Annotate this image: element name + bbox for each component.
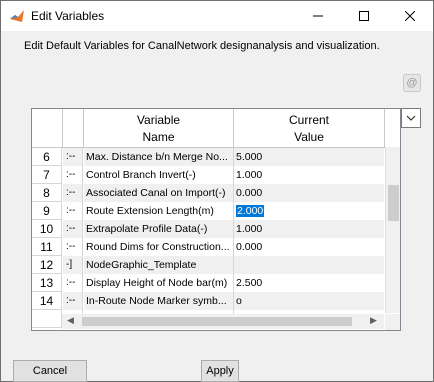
table-row[interactable]: 14:-- In-Route Node Marker symb... o	[32, 292, 384, 310]
variable-name-cell: NodeGraphic_Template	[84, 256, 234, 274]
current-value-cell[interactable]: 5.000	[234, 148, 384, 166]
at-icon: @	[406, 77, 418, 89]
current-value-cell[interactable]: 1.000	[234, 166, 384, 184]
horizontal-scrollbar[interactable]: ◀ ▶	[62, 314, 384, 329]
scroll-right-icon[interactable]: ▶	[370, 315, 377, 326]
row-number: 13	[32, 274, 62, 292]
minimize-icon	[313, 15, 323, 17]
table-row[interactable]: 9:-- Route Extension Length(m) 2.000	[32, 202, 384, 220]
apply-button[interactable]: Apply	[201, 360, 239, 382]
row-marker: :--	[63, 148, 83, 166]
row-number: 11	[32, 238, 62, 256]
row-marker: :--	[63, 202, 83, 220]
variable-name-cell: Extrapolate Profile Data(-)	[84, 220, 234, 238]
row-number: 12	[32, 256, 62, 274]
variable-name-cell: Associated Canal on Import(-)	[84, 184, 234, 202]
variable-name-cell: Round Dims for Construction...	[84, 238, 234, 256]
close-icon	[405, 11, 415, 21]
table-row[interactable]: 6:-- Max. Distance b/n Merge No... 5.000	[32, 148, 384, 166]
variable-name-cell: Route Extension Length(m)	[84, 202, 234, 220]
close-button[interactable]	[387, 1, 433, 31]
table-row[interactable]: 8:-- Associated Canal on Import(-) 0.000	[32, 184, 384, 202]
header-mark	[63, 109, 84, 148]
row-marker: :--	[63, 184, 83, 202]
row-marker: :--	[63, 238, 83, 256]
maximize-icon	[359, 11, 369, 21]
vertical-scroll-thumb[interactable]	[388, 185, 399, 221]
row-marker: :--	[63, 166, 83, 184]
row-marker: :--	[63, 220, 83, 238]
scroll-left-icon[interactable]: ◀	[67, 315, 74, 326]
row-number: 9	[32, 202, 62, 220]
header-current-line1: Current	[288, 113, 329, 127]
header-num	[32, 109, 63, 148]
current-value-cell[interactable]: 0.000	[234, 238, 384, 256]
header-variable-line2: Name	[142, 130, 175, 144]
variable-name-cell: Display Height of Node bar(m)	[84, 274, 234, 292]
row-number: 10	[32, 220, 62, 238]
description-text: Edit Default Variables for CanalNetwork …	[24, 40, 380, 52]
title-bar: Edit Variables	[1, 1, 433, 31]
header-current-value[interactable]: Current Value	[234, 109, 385, 148]
row-marker: :--	[63, 292, 83, 310]
dropdown-button[interactable]	[401, 108, 421, 128]
row-marker: :--	[63, 274, 83, 292]
row-number	[32, 310, 62, 328]
variable-name-cell: Max. Distance b/n Merge No...	[84, 148, 234, 166]
header-variable-line1: Variable	[136, 113, 181, 127]
table-row[interactable]: 12 -] NodeGraphic_Template	[32, 256, 384, 274]
minimize-button[interactable]	[295, 1, 341, 31]
matlab-icon	[10, 10, 24, 22]
row-number: 7	[32, 166, 62, 184]
table-row[interactable]: 7:-- Control Branch Invert(-) 1.000	[32, 166, 384, 184]
table-row[interactable]: 10:-- Extrapolate Profile Data(-) 1.000	[32, 220, 384, 238]
header-variable-name[interactable]: Variable Name	[84, 109, 234, 148]
variable-name-cell: Control Branch Invert(-)	[84, 166, 234, 184]
current-value-cell[interactable]	[234, 256, 384, 274]
table-row[interactable]: 11:-- Round Dims for Construction... 0.000	[32, 238, 384, 256]
window-title: Edit Variables	[31, 9, 105, 23]
row-number: 8	[32, 184, 62, 202]
cancel-button[interactable]: Cancel	[13, 360, 87, 382]
at-button[interactable]: @	[403, 74, 421, 92]
selected-value[interactable]: 2.000	[236, 205, 265, 217]
vertical-scrollbar[interactable]	[385, 147, 400, 313]
edit-variables-window: Edit Variables Edit Default Variables fo…	[0, 0, 434, 382]
scroll-corner	[385, 314, 400, 330]
row-number: 6	[32, 148, 62, 166]
current-value-cell[interactable]: o	[234, 292, 384, 310]
current-value-cell[interactable]: 0.000	[234, 184, 384, 202]
variables-table: Variable Name Current Value 6:-- Max. Dis…	[31, 108, 401, 331]
maximize-button[interactable]	[341, 1, 387, 31]
horizontal-scroll-thumb[interactable]	[82, 317, 352, 326]
row-number: 14	[32, 292, 62, 310]
current-value-cell[interactable]: 1.000	[234, 220, 384, 238]
row-marker: -]	[63, 256, 83, 274]
chevron-down-icon	[406, 115, 416, 121]
current-value-cell[interactable]: 2.500	[234, 274, 384, 292]
variable-name-cell: In-Route Node Marker symb...	[84, 292, 234, 310]
table-row[interactable]: 13:-- Display Height of Node bar(m) 2.500	[32, 274, 384, 292]
current-value-cell[interactable]: 2.000	[234, 202, 384, 220]
header-current-line2: Value	[294, 130, 324, 144]
